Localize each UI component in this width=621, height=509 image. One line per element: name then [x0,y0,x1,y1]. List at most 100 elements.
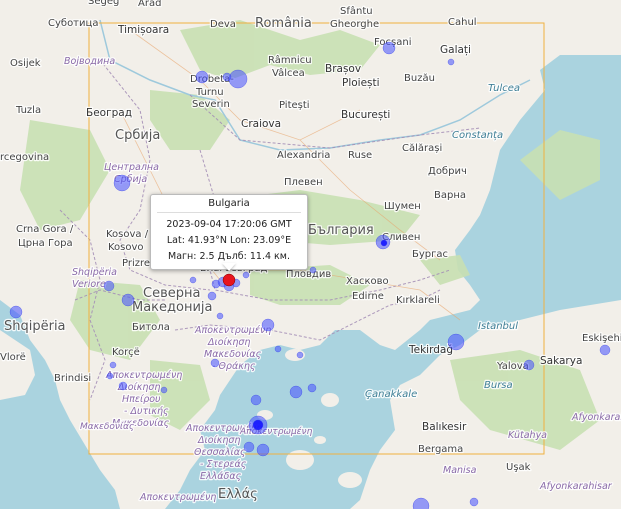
label-ramnicu: Râmnicu [268,54,312,66]
label-elladas: Ελλάδας [200,471,242,482]
label-pitesti: Pitești [279,100,310,111]
label-ploiesti: Ploiești [342,77,380,89]
label-dytikis: - Δυτικής [124,406,169,417]
label-arad: Arad [138,0,161,9]
quake-marker[interactable] [242,271,250,279]
quake-marker[interactable] [109,361,117,369]
label-pleven: Плевен [284,177,323,188]
label-dioikisi-3: Διοίκηση [197,435,240,446]
label-calarasi: Călărași [402,143,442,154]
quake-marker[interactable] [307,383,317,393]
quake-marker[interactable] [309,266,317,274]
quake-marker[interactable] [113,174,131,192]
label-sergo: Segeg [88,0,119,7]
quake-marker[interactable] [243,441,255,453]
quake-marker[interactable] [195,70,209,84]
quake-marker[interactable] [106,372,114,380]
label-galati: Galați [440,44,471,56]
label-herzegovina: rcegovina [0,152,49,163]
label-afyon: Afyonkarahisar [539,481,613,492]
label-turnu: Turnu [195,87,224,98]
quake-marker[interactable] [447,58,455,66]
quake-marker[interactable] [261,318,275,332]
label-apokentromeni-1: Αποκεντρωμένη [194,325,271,336]
label-makedonias-3: Μακεδονίας [80,422,134,432]
label-plovdiv: Пловдив [286,269,331,280]
label-manisa: Manisa [443,465,477,476]
label-bucuresti: București [341,109,390,121]
quake-marker[interactable] [256,443,270,457]
quake-marker[interactable] [160,386,168,394]
quake-marker[interactable] [189,276,197,284]
label-osijek: Osijek [10,58,41,69]
earthquake-popup: Bulgaria 2023-09-04 17:20:06 GMT Lat: 41… [150,194,308,270]
label-tuzla: Tuzla [15,105,41,116]
quake-marker[interactable] [523,359,535,371]
label-korce: Korçë [112,347,140,358]
quake-marker[interactable] [289,385,303,399]
quake-marker[interactable] [9,305,23,319]
label-haskovo: Хасково [346,276,389,287]
quake-marker[interactable] [252,419,264,431]
label-crna-gora-2: Црна Гора [18,238,73,249]
popup-coords: Lat: 41.93°N Lon: 23.09°E [166,235,292,246]
label-thessalias: Θεσσαλίας [194,447,246,458]
label-brasov: Brașov [325,63,361,75]
label-duzce: Eskişehir [582,333,621,344]
label-makedonija: Македонија [132,300,213,315]
label-kosova: Kosova / [106,229,149,240]
label-balgariya: България [308,223,374,238]
quake-marker[interactable] [222,72,232,82]
quake-marker[interactable] [447,333,465,351]
label-sakarya: Sakarya [540,355,582,367]
label-stereas: - Στερεάς [200,459,247,470]
label-apokentromeni-2: Αποκεντρωμένη [105,370,182,381]
quake-marker[interactable] [216,312,224,320]
quake-marker[interactable] [296,351,304,359]
quake-marker[interactable] [207,291,217,301]
label-constanta: Constanța [452,130,503,141]
quake-marker[interactable] [599,344,611,356]
quake-marker[interactable] [228,69,248,89]
label-ellas: Ελλάς [218,487,258,502]
popup-tip [222,263,236,271]
label-kosovo: Kosovo [108,242,144,253]
label-gheorghe: Gheorghe [330,19,379,30]
label-balikesir: Balıkesir [422,421,467,433]
map-canvas[interactable]: Segeg Arad Субoтица Timișoara Deva Român… [0,0,621,509]
label-brindisi: Vlorë [0,352,26,363]
label-istanbul: Istanbul [478,321,518,332]
label-shqiperia: Shqipëria [4,319,66,334]
label-dioikisi-1: Διοίκηση [207,337,250,348]
label-shumen: Шумен [384,201,421,212]
label-alexandria: Alexandria [277,150,330,161]
quake-marker[interactable] [469,497,479,507]
label-timisoara: Timișoara [117,24,169,36]
label-varna: Варна [434,190,466,201]
label-eskisehir: Afyonkarahisar [571,412,621,423]
label-cahul: Cahul [448,17,477,28]
quake-marker[interactable] [274,345,282,353]
quake-marker[interactable] [103,280,115,292]
label-makedonias: Μακεδονίας [204,349,262,360]
label-valcea: Vâlcea [272,67,305,79]
popup-title: Bulgaria [157,198,301,213]
label-vlore: Brindisi [54,373,91,384]
label-kutahya: Kütahya [508,430,547,441]
quake-marker[interactable] [382,41,396,55]
label-crna-gora-1: Crna Gora / [16,224,74,235]
label-kirklareli: Kırklareli [396,295,440,306]
label-romania: România [255,16,312,31]
quake-marker[interactable] [121,293,135,307]
label-craiova: Craiova [241,118,281,130]
label-dobrich: Добрич [428,166,467,177]
selected-quake-marker[interactable] [222,273,236,287]
label-bitola: Битола [132,322,170,333]
quake-marker[interactable] [118,381,128,391]
label-beograd: Београд [86,107,132,119]
label-apokentromeni-4: Αποκεντρωμένη [139,492,216,503]
quake-marker[interactable] [380,239,388,247]
popup-datetime: 2023-09-04 17:20:06 GMT [166,219,292,230]
quake-marker[interactable] [250,394,262,406]
quake-marker[interactable] [210,358,220,368]
